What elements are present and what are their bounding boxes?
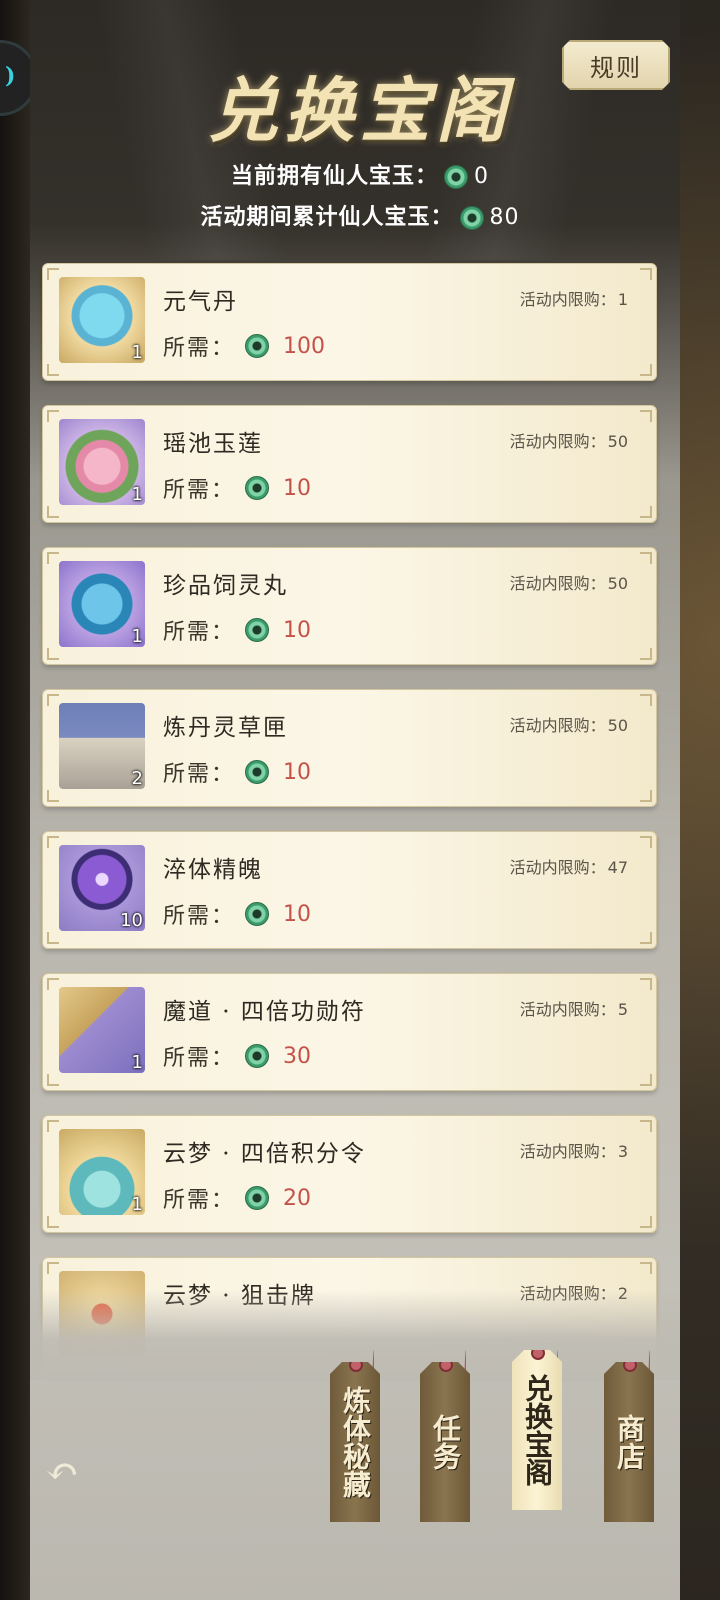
- current-jade-label: 当前拥有仙人宝玉：: [230, 163, 438, 189]
- blue-orb-icon: 1: [59, 561, 145, 647]
- exchange-item-card[interactable]: 1 瑶池玉莲 活动内限购： 50 所需： 10: [42, 405, 657, 523]
- item-cost: 所需： 10: [163, 901, 312, 930]
- tab-tasks[interactable]: 任务: [420, 1362, 470, 1522]
- total-jade-label: 活动期间累计仙人宝玉：: [200, 204, 454, 230]
- exchange-item-card[interactable]: 2 炼丹灵草匣 活动内限购： 50 所需： 10: [42, 689, 657, 807]
- item-quantity: 1: [131, 1052, 143, 1073]
- item-limit: 活动内限购： 47: [509, 858, 628, 877]
- item-limit: 活动内限购： 50: [509, 716, 628, 735]
- talisman-icon: 1: [59, 987, 145, 1073]
- jade-coin-icon: [245, 902, 270, 926]
- item-limit: 活动内限购： 5: [519, 1000, 628, 1019]
- item-quantity: 1: [131, 1194, 143, 1215]
- item-quantity: 1: [131, 626, 143, 647]
- herb-box-icon: 2: [59, 703, 145, 789]
- item-quantity: 2: [131, 768, 143, 789]
- item-name: 炼丹灵草匣: [163, 715, 288, 741]
- jade-coin-icon: [245, 334, 270, 358]
- item-cost: 所需： 100: [163, 333, 326, 362]
- item-name: 元气丹: [163, 289, 238, 315]
- jade-coin-icon: [245, 1186, 270, 1210]
- item-quantity: 1: [131, 484, 143, 505]
- blue-pill-lotus-icon: 1: [59, 277, 145, 363]
- item-limit: 活动内限购： 50: [509, 574, 628, 593]
- tab-label: 商店: [613, 1414, 646, 1470]
- exchange-item-card[interactable]: 10 淬体精魄 活动内限购： 47 所需： 10: [42, 831, 657, 949]
- item-quantity: 10: [120, 910, 143, 931]
- exchange-item-card[interactable]: 1 魔道 · 四倍功勋符 活动内限购： 5 所需： 30: [42, 973, 657, 1091]
- exchange-item-card[interactable]: 1 珍品饲灵丸 活动内限购： 50 所需： 10: [42, 547, 657, 665]
- current-jade-value: 0: [474, 164, 489, 189]
- page-title: 兑换宝阁: [208, 69, 512, 152]
- jade-coin-icon: [444, 165, 468, 189]
- item-name: 淬体精魄: [163, 857, 263, 883]
- back-arrow-icon[interactable]: ↶: [38, 1450, 86, 1494]
- lotus-icon: 1: [59, 419, 145, 505]
- tab-label: 任务: [429, 1414, 462, 1470]
- item-name: 珍品饲灵丸: [163, 573, 288, 599]
- tab-shop[interactable]: 商店: [604, 1362, 654, 1522]
- jade-coin-icon: [459, 206, 484, 230]
- tab-label: 兑换宝阁: [521, 1374, 554, 1486]
- total-jade-value: 80: [489, 205, 520, 230]
- tab-exchange[interactable]: 兑换宝阁: [512, 1350, 562, 1510]
- item-cost: 所需： 10: [163, 759, 312, 788]
- item-limit: 活动内限购： 3: [519, 1142, 628, 1161]
- fan-token-icon: 1: [59, 1129, 145, 1215]
- jade-coin-icon: [245, 1044, 270, 1068]
- item-name: 魔道 · 四倍功勋符: [163, 999, 366, 1025]
- item-limit: 活动内限购： 1: [519, 290, 628, 309]
- tab-label: 炼体秘藏: [339, 1386, 372, 1498]
- tab-body-secret[interactable]: 炼体秘藏: [330, 1362, 380, 1522]
- current-jade-stat: 当前拥有仙人宝玉： 0: [0, 158, 720, 190]
- item-name: 云梦 · 四倍积分令: [163, 1141, 366, 1167]
- item-cost: 所需： 20: [163, 1185, 312, 1214]
- jade-coin-icon: [245, 476, 270, 500]
- item-cost: 所需： 10: [163, 475, 312, 504]
- item-limit: 活动内限购： 50: [509, 432, 628, 451]
- item-quantity: 1: [131, 342, 143, 363]
- item-name: 瑶池玉莲: [163, 431, 263, 457]
- item-cost: 所需： 30: [163, 1043, 312, 1072]
- exchange-item-card[interactable]: 1 云梦 · 四倍积分令 活动内限购： 3 所需： 20: [42, 1115, 657, 1233]
- exchange-item-card[interactable]: 1 元气丹 活动内限购： 1 所需： 100: [42, 263, 657, 381]
- jade-coin-icon: [245, 760, 270, 784]
- total-jade-stat: 活动期间累计仙人宝玉： 80: [0, 199, 720, 231]
- item-cost: 所需： 10: [163, 617, 312, 646]
- jade-coin-icon: [245, 618, 270, 642]
- left-edge: [0, 0, 30, 1600]
- purple-orb-icon: 10: [59, 845, 145, 931]
